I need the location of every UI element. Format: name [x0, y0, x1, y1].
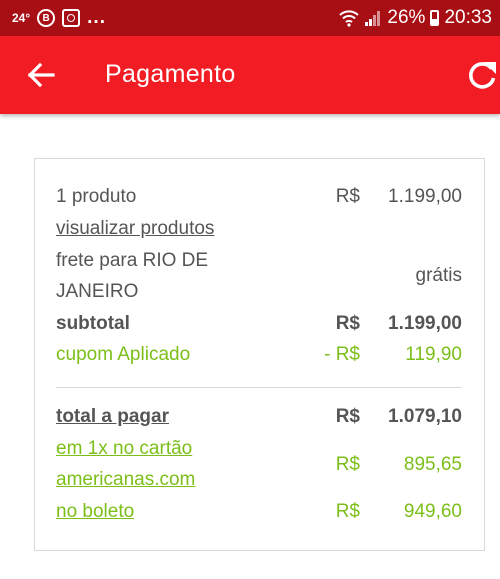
view-products-link[interactable]: visualizar produtos	[56, 218, 214, 240]
boleto-option-currency: R$	[335, 501, 360, 522]
view-products-row: visualizar produtos	[56, 218, 462, 248]
subtotal-label: subtotal	[56, 313, 130, 334]
products-value: 1.199,00	[388, 186, 462, 207]
divider	[56, 387, 462, 388]
shipping-label-line1: frete para RIO DE	[56, 250, 209, 271]
card-option-link-line2[interactable]: americanas.com	[56, 469, 195, 491]
products-label: 1 produto	[56, 186, 137, 207]
total-currency: R$	[335, 406, 360, 427]
notification-circle-icon: B	[37, 9, 56, 27]
total-value: 1.079,10	[388, 406, 462, 427]
clock-text: 20:33	[444, 7, 492, 28]
wifi-icon	[339, 10, 360, 27]
shipping-label-line2: JANEIRO	[56, 281, 139, 302]
subtotal-value: 1.199,00	[388, 313, 462, 334]
subtotal-currency: R$	[335, 313, 360, 334]
status-bar: 24° B ... 26% 20:33	[0, 0, 500, 36]
arrow-left-icon[interactable]	[26, 59, 56, 91]
boleto-option-link[interactable]: no boleto	[56, 501, 134, 523]
signal-icon	[365, 11, 381, 26]
order-summary-card: 1 produto R$ 1.199,00 visualizar produto…	[34, 158, 485, 551]
products-currency: R$	[335, 186, 360, 207]
app-bar: Pagamento	[0, 36, 500, 114]
products-row: 1 produto R$ 1.199,00	[56, 186, 462, 216]
battery-icon	[430, 10, 440, 26]
temperature-text: 24°	[12, 11, 31, 25]
status-left: 24° B ...	[12, 7, 106, 29]
total-label[interactable]: total a pagar	[56, 406, 169, 428]
battery-percent-text: 26%	[387, 7, 426, 28]
shipping-row-line2: JANEIRO	[56, 281, 462, 311]
status-right: 26% 20:33	[339, 7, 492, 29]
coupon-label: cupom Aplicado	[56, 344, 191, 365]
coupon-currency: - R$	[324, 344, 360, 365]
card-option-row-line2: americanas.com	[56, 469, 462, 499]
coupon-row: cupom Aplicado - R$ 119,90	[56, 344, 462, 374]
boleto-option-row: no boleto R$ 949,60	[56, 501, 462, 531]
coupon-value: 119,90	[405, 344, 462, 365]
page-title: Pagamento	[105, 60, 236, 88]
shipping-row-line1: frete para RIO DE	[56, 250, 462, 280]
refresh-icon[interactable]	[465, 58, 499, 92]
notification-app-icon	[62, 9, 81, 27]
total-row: total a pagar R$ 1.079,10	[56, 406, 462, 436]
boleto-option-value: 949,60	[403, 501, 462, 522]
more-notifications-text: ...	[87, 7, 106, 28]
subtotal-row: subtotal R$ 1.199,00	[56, 313, 462, 343]
